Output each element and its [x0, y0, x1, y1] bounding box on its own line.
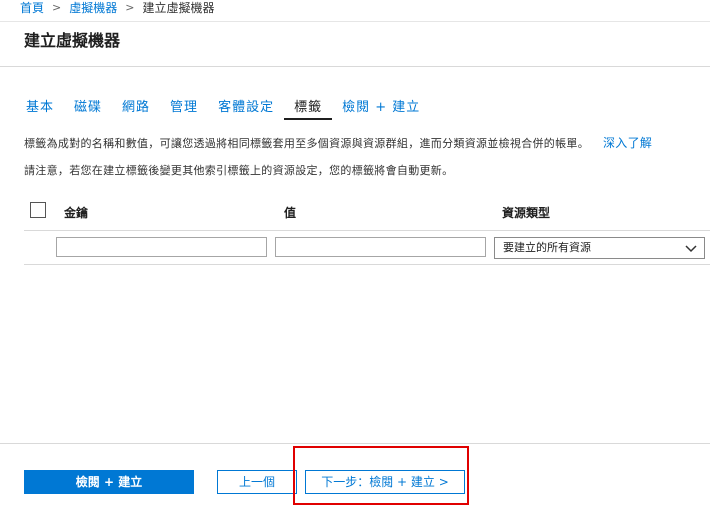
divider [0, 443, 710, 444]
breadcrumb: 首頁 > 虛擬機器 > 建立虛擬機器 [20, 0, 214, 16]
tab-tags[interactable]: 標籤 [284, 96, 333, 120]
tab-disks[interactable]: 磁碟 [74, 96, 102, 120]
description-text: 標籤為成對的名稱和數值，可讓您透過將相同標籤套用至多個資源與資源群組，進而分類資… [24, 137, 589, 150]
learn-more-link[interactable]: 深入了解 [603, 136, 652, 150]
tab-bar: 基本 磁碟 網路 管理 客體設定 標籤 檢閱 + 建立 [26, 96, 440, 120]
review-create-button[interactable]: 檢閱 + 建立 [24, 470, 194, 494]
select-all-checkbox[interactable] [30, 202, 46, 218]
page-title: 建立虛擬機器 [24, 31, 121, 50]
tab-guest-config[interactable]: 客體設定 [218, 96, 274, 120]
resource-type-selected: 要建立的所有資源 [503, 241, 591, 254]
table-row: 要建立的所有資源 [24, 232, 710, 265]
create-vm-page: 首頁 > 虛擬機器 > 建立虛擬機器 建立虛擬機器 基本 磁碟 網路 管理 客體… [0, 0, 710, 520]
breadcrumb-separator: > [125, 1, 135, 14]
breadcrumb-current: 建立虛擬機器 [142, 1, 215, 15]
divider [0, 66, 710, 67]
column-header-value: 值 [284, 206, 297, 220]
previous-button[interactable]: 上一個 [217, 470, 297, 494]
breadcrumb-vms-link[interactable]: 虛擬機器 [69, 0, 117, 16]
divider [0, 21, 710, 22]
chevron-down-icon [685, 245, 697, 253]
breadcrumb-home-link[interactable]: 首頁 [20, 0, 44, 16]
tab-management[interactable]: 管理 [170, 96, 198, 120]
tab-review-create[interactable]: 檢閱 + 建立 [342, 96, 420, 120]
breadcrumb-separator: > [52, 1, 62, 14]
tab-basics[interactable]: 基本 [26, 96, 54, 120]
tags-notice: 請注意，若您在建立標籤後變更其他索引標籤上的資源設定，您的標籤將會自動更新。 [24, 164, 454, 177]
resource-type-dropdown[interactable]: 要建立的所有資源 [494, 237, 705, 259]
tag-key-input[interactable] [56, 237, 267, 257]
highlight-box [293, 446, 469, 505]
column-header-key: 金鑰 [64, 206, 89, 220]
tag-value-input[interactable] [275, 237, 486, 257]
tags-description: 標籤為成對的名稱和數值，可讓您透過將相同標籤套用至多個資源與資源群組，進而分類資… [24, 134, 652, 151]
tags-table-header: 金鑰 值 資源類型 [24, 198, 710, 231]
tab-networking[interactable]: 網路 [122, 96, 150, 120]
column-header-resource-type: 資源類型 [502, 206, 551, 220]
